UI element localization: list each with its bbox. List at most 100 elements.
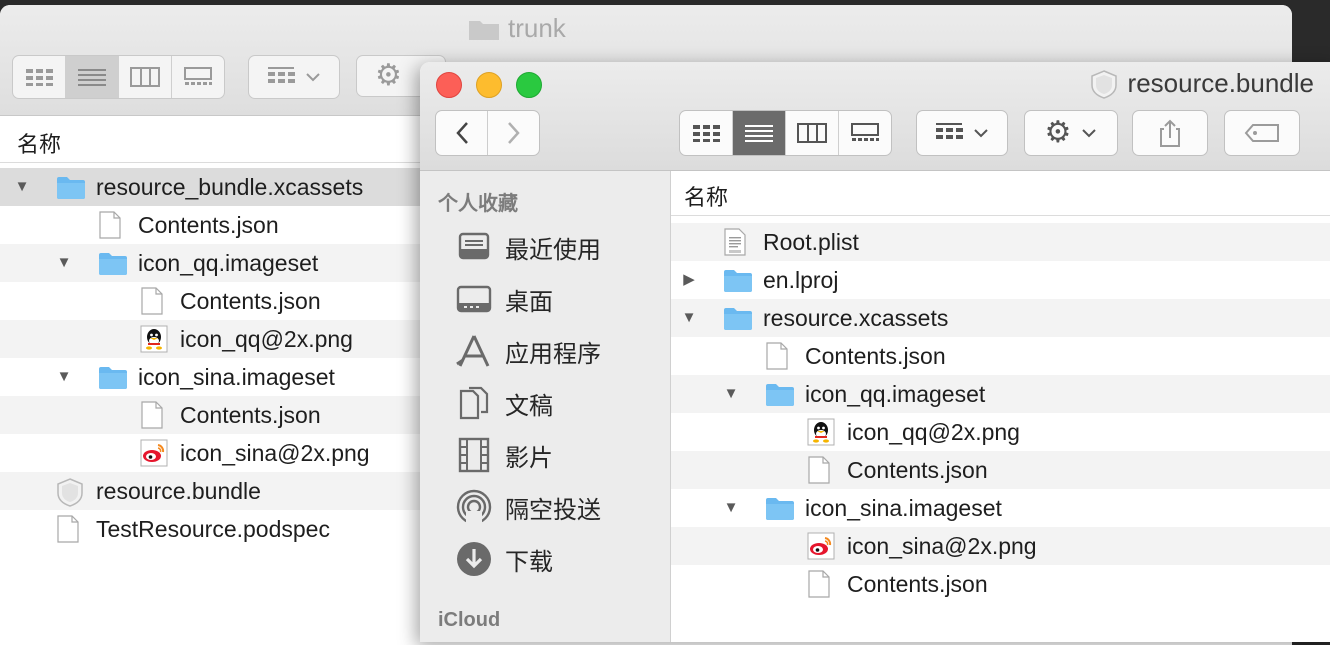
sidebar-item[interactable]: 最近使用: [455, 227, 601, 267]
gallery-view-button[interactable]: [839, 111, 891, 155]
sidebar-item[interactable]: 桌面: [455, 279, 553, 319]
group-button[interactable]: [916, 110, 1008, 156]
sidebar-item[interactable]: 影片: [455, 435, 553, 475]
list-view-button[interactable]: [733, 111, 786, 155]
zoom-button[interactable]: [516, 72, 542, 98]
sidebar-item[interactable]: 应用程序: [455, 331, 601, 371]
row-label: Contents.json: [847, 457, 988, 483]
back-window-title: trunk: [468, 13, 566, 44]
sidebar-item[interactable]: 下载: [455, 539, 553, 579]
disclosure-open-icon[interactable]: ▼: [12, 168, 32, 206]
front-toolbar: resource.bundle ⚙: [420, 62, 1330, 171]
file-row[interactable]: Root.plist: [671, 223, 1330, 261]
back-group-button[interactable]: [248, 55, 340, 99]
sidebar-item-label: 桌面: [505, 288, 553, 316]
file-icon: [56, 515, 86, 543]
folder-icon: [723, 304, 753, 332]
column-view-button[interactable]: [786, 111, 839, 155]
airdrop-icon: [455, 488, 493, 526]
file-row[interactable]: Contents.json: [671, 565, 1330, 603]
folder-icon: [765, 494, 795, 522]
chevron-down-icon: [974, 129, 988, 138]
gallery-icon: [184, 67, 212, 85]
history-nav: [435, 110, 540, 156]
file-icon: [765, 342, 795, 370]
gear-icon: ⚙: [375, 59, 402, 92]
name-column-label: 名称: [684, 185, 729, 210]
row-label: icon_sina@2x.png: [180, 440, 370, 466]
row-label: Contents.json: [805, 343, 946, 369]
back-view-switcher: [12, 55, 225, 99]
file-row[interactable]: Contents.json: [671, 337, 1330, 375]
front-title-label: resource.bundle: [1127, 68, 1314, 98]
file-icon: [140, 287, 170, 315]
folder-row[interactable]: ▶ en.lproj: [671, 261, 1330, 299]
file-row[interactable]: icon_qq@2x.png: [671, 413, 1330, 451]
row-label: resource.xcassets: [763, 305, 949, 331]
disclosure-open-icon[interactable]: ▼: [721, 489, 741, 527]
back-list-view-button[interactable]: [66, 56, 119, 98]
back-button[interactable]: [436, 111, 487, 155]
columns-icon: [797, 123, 827, 143]
minimize-button[interactable]: [476, 72, 502, 98]
back-gallery-view-button[interactable]: [172, 56, 224, 98]
chevron-down-icon: [1082, 129, 1097, 138]
disclosure-open-icon[interactable]: ▼: [721, 375, 741, 413]
row-label: icon_sina.imageset: [138, 364, 335, 390]
sidebar-item-label: 应用程序: [505, 340, 601, 368]
sidebar-item-label: 文稿: [505, 392, 553, 420]
downloads-icon: [455, 540, 493, 578]
disclosure-open-icon[interactable]: ▼: [54, 244, 74, 282]
sidebar-item[interactable]: 文稿: [455, 383, 553, 423]
disclosure-open-icon[interactable]: ▼: [54, 358, 74, 396]
sidebar: 个人收藏 最近使用 桌面 应用程序 文稿 影片 隔空投送 下载 iCloud: [420, 171, 671, 642]
share-button[interactable]: [1132, 110, 1208, 156]
tag-button[interactable]: [1224, 110, 1300, 156]
disclosure-open-icon[interactable]: ▼: [679, 299, 699, 337]
row-label: icon_qq.imageset: [805, 381, 986, 407]
row-label: icon_sina@2x.png: [847, 533, 1037, 559]
folder-icon: [469, 20, 499, 40]
recents-icon: [455, 228, 493, 266]
row-label: Contents.json: [847, 571, 988, 597]
sidebar-item-label: 最近使用: [505, 236, 601, 264]
sidebar-item-label: 影片: [505, 444, 553, 472]
column-header[interactable]: 名称: [671, 171, 1330, 216]
close-button[interactable]: [436, 72, 462, 98]
action-button[interactable]: ⚙: [1024, 110, 1118, 156]
row-label: icon_sina.imageset: [805, 495, 1002, 521]
file-row[interactable]: Contents.json: [671, 451, 1330, 489]
row-label: resource_bundle.xcassets: [96, 174, 364, 200]
file-icon: [140, 401, 170, 429]
desktop-icon: [455, 280, 493, 318]
back-column-view-button[interactable]: [119, 56, 172, 98]
row-label: icon_qq@2x.png: [847, 419, 1020, 445]
applications-icon: [455, 332, 493, 370]
back-name-column-label: 名称: [17, 132, 62, 157]
folder-row[interactable]: ▼ resource.xcassets: [671, 299, 1330, 337]
row-label: resource.bundle: [96, 478, 261, 504]
folder-icon: [765, 380, 795, 408]
folder-icon: [56, 173, 86, 201]
folder-row[interactable]: ▼ icon_qq.imageset: [671, 375, 1330, 413]
gallery-icon: [851, 123, 879, 141]
movies-icon: [455, 436, 493, 474]
folder-icon: [98, 363, 128, 391]
list-icon: [745, 125, 773, 142]
sidebar-item-label: 隔空投送: [505, 496, 601, 524]
sidebar-item[interactable]: 隔空投送: [455, 487, 601, 527]
file-row[interactable]: icon_sina@2x.png: [671, 527, 1330, 565]
plist-icon: [723, 228, 753, 256]
folder-row[interactable]: ▼ icon_sina.imageset: [671, 489, 1330, 527]
grid-icon: [26, 69, 53, 86]
sina-image-icon: [140, 439, 170, 467]
disclosure-closed-icon[interactable]: ▶: [679, 261, 699, 299]
icon-view-button[interactable]: [680, 111, 733, 155]
front-window-title: resource.bundle: [1090, 68, 1314, 99]
file-list-pane: 名称 Root.plist ▶ en.lproj ▼ resource.xcassets…: [671, 171, 1330, 642]
forward-button[interactable]: [487, 111, 539, 155]
row-label: Contents.json: [138, 212, 279, 238]
list-icon: [78, 69, 106, 86]
back-icon-view-button[interactable]: [13, 56, 66, 98]
back-title-label: trunk: [508, 13, 566, 43]
